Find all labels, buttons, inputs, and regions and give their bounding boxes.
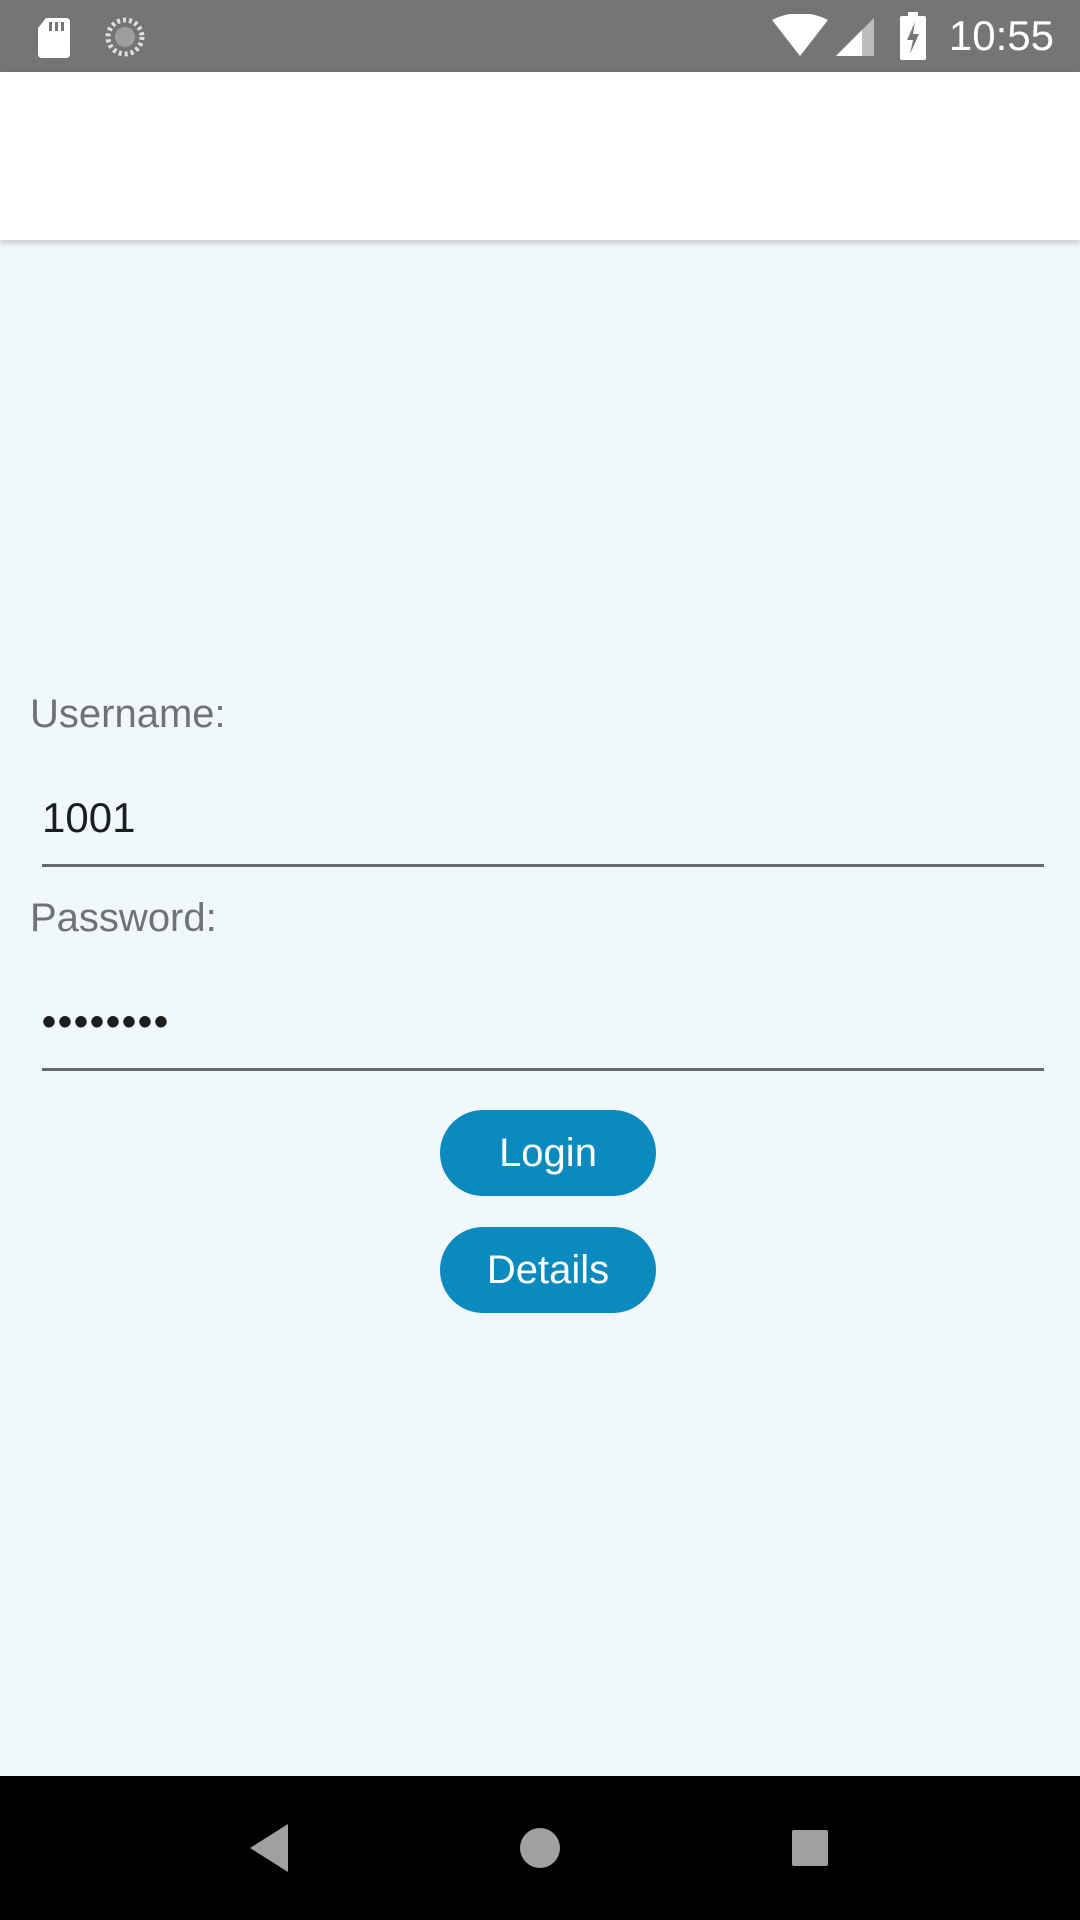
clock: 10:55 bbox=[948, 12, 1054, 59]
sync-icon bbox=[105, 17, 145, 57]
password-value: •••••••• bbox=[42, 1000, 171, 1044]
login-button[interactable]: Login bbox=[440, 1110, 656, 1196]
password-field[interactable]: •••••••• bbox=[42, 994, 1044, 1071]
status-bar: 10:55 bbox=[0, 0, 1080, 72]
screen: 10:55 Username: 1001 Password: •••••••• … bbox=[0, 0, 1080, 1920]
back-icon[interactable] bbox=[248, 1822, 292, 1874]
recents-icon[interactable] bbox=[790, 1828, 830, 1868]
username-label: Username: bbox=[30, 692, 226, 736]
app-bar bbox=[0, 72, 1080, 240]
navigation-bar bbox=[0, 1776, 1080, 1920]
battery-charging-icon bbox=[900, 12, 926, 60]
details-button[interactable]: Details bbox=[440, 1227, 656, 1313]
username-field[interactable]: 1001 bbox=[42, 790, 1044, 867]
password-label: Password: bbox=[30, 896, 217, 940]
username-value: 1001 bbox=[42, 794, 136, 841]
home-icon[interactable] bbox=[518, 1826, 562, 1870]
wifi-icon bbox=[772, 14, 828, 56]
sd-card-icon bbox=[38, 18, 70, 58]
cell-signal-icon bbox=[836, 18, 874, 56]
